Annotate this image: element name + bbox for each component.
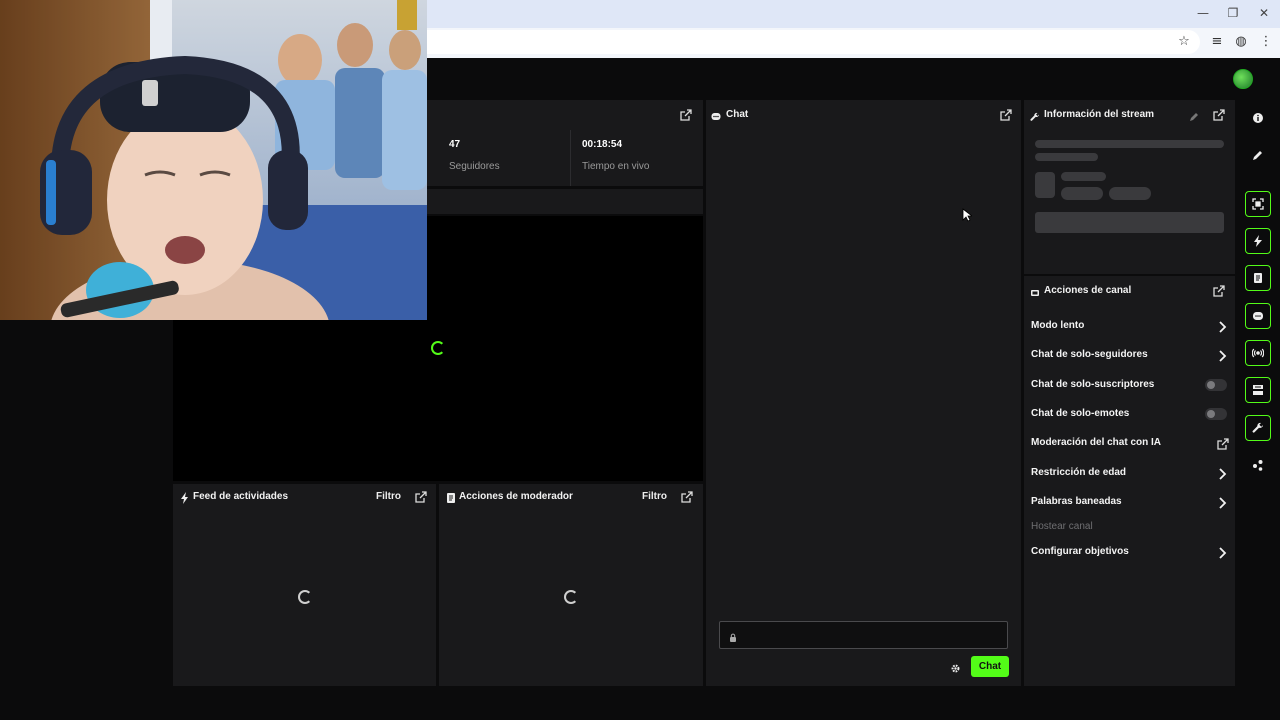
popout-icon[interactable]: [415, 490, 427, 503]
stream-stats-panel: 47 Seguidores 00:18:54 Tiempo en vivo: [427, 100, 703, 186]
loading-spinner: [298, 590, 312, 604]
lightning-icon[interactable]: [1245, 228, 1271, 254]
close-window-button[interactable]: ✕: [1249, 4, 1279, 22]
pencil-icon[interactable]: [1189, 109, 1199, 121]
channel-action-label: Moderación del chat con IA: [1031, 437, 1162, 448]
channel-action-row[interactable]: Palabras baneadas: [1031, 495, 1228, 509]
chevron-right-icon: [1217, 349, 1227, 362]
panel-title: Acciones de moderador: [459, 491, 573, 502]
broadcast-icon: [1030, 285, 1040, 296]
chat-bubble-icon: [711, 109, 721, 120]
layout-icon[interactable]: [1245, 377, 1271, 403]
toggle-knob: [1207, 410, 1215, 418]
player-toolbar: [427, 189, 703, 214]
skeleton-bar: [1035, 212, 1224, 233]
stat-label: Tiempo en vivo: [582, 161, 650, 172]
channel-action-row: Hostear canal: [1031, 520, 1228, 534]
filter-button[interactable]: Filtro: [376, 491, 401, 502]
channel-action-label: Chat de solo-emotes: [1031, 408, 1130, 419]
stat-live-time: 00:18:54 Tiempo en vivo: [572, 130, 702, 186]
toggle-knob: [1207, 381, 1215, 389]
lock-icon: [729, 630, 737, 642]
channel-action-label: Modo lento: [1031, 320, 1085, 331]
channel-action-label: Chat de solo-seguidores: [1031, 349, 1148, 360]
info-icon[interactable]: [1245, 105, 1271, 131]
loading-spinner: [431, 341, 445, 355]
webcam-overlay: [0, 0, 427, 320]
panel-title: Chat: [726, 109, 749, 120]
channel-action-row[interactable]: Restricción de edad: [1031, 466, 1228, 480]
stat-value: 00:18:54: [582, 139, 623, 150]
channel-action-label: Hostear canal: [1031, 521, 1093, 532]
wrench-icon: [1030, 109, 1040, 121]
channel-action-label: Chat de solo-suscriptores: [1031, 379, 1155, 390]
broadcast-icon[interactable]: [1245, 340, 1271, 366]
lightning-icon: [180, 491, 190, 504]
chevron-right-icon: [1217, 467, 1227, 480]
profile-icon[interactable]: ◍: [1231, 33, 1251, 51]
scan-icon[interactable]: [1245, 191, 1271, 217]
pencil-icon[interactable]: [1245, 142, 1271, 168]
document-icon: [446, 491, 456, 503]
panel-title: Información del stream: [1044, 109, 1155, 120]
stat-label: Seguidores: [449, 161, 500, 172]
channel-action-row[interactable]: Moderación del chat con IA: [1031, 436, 1229, 450]
chat-input[interactable]: [719, 621, 1008, 649]
chevron-right-icon: [1217, 496, 1227, 509]
toggle-switch[interactable]: [1205, 379, 1227, 391]
popout-icon[interactable]: [1000, 108, 1012, 121]
skeleton-line: [1035, 153, 1098, 161]
chevron-right-icon: [1217, 546, 1227, 559]
stat-value: 47: [449, 139, 461, 150]
document-icon[interactable]: [1245, 265, 1271, 291]
chat-bubble-icon[interactable]: [1245, 303, 1271, 329]
popout-icon[interactable]: [681, 490, 693, 503]
gear-icon[interactable]: [950, 661, 961, 673]
skeleton-pill: [1109, 187, 1151, 200]
chat-panel: Chat: [706, 100, 1021, 686]
mouse-cursor: [962, 208, 974, 222]
external-link-icon: [1217, 437, 1229, 450]
menu-icon[interactable]: ⋮: [1256, 33, 1276, 51]
toggle-switch[interactable]: [1205, 408, 1227, 420]
skeleton-line: [1035, 140, 1224, 148]
wrench-icon[interactable]: [1245, 415, 1271, 441]
popout-icon[interactable]: [1213, 284, 1225, 297]
channel-action-row[interactable]: Chat de solo-seguidores: [1031, 348, 1228, 362]
share-icon[interactable]: [1245, 452, 1271, 478]
loading-spinner: [564, 590, 578, 604]
channel-action-label: Configurar objetivos: [1031, 546, 1129, 557]
channel-action-row[interactable]: Chat de solo-suscriptores: [1031, 378, 1228, 392]
media-control-icon[interactable]: ≡: [1207, 33, 1227, 51]
send-chat-button[interactable]: Chat: [971, 656, 1009, 677]
activity-feed-panel: Feed de actividades Filtro: [173, 484, 436, 686]
popout-icon[interactable]: [1213, 108, 1225, 121]
channel-action-row[interactable]: Chat de solo-emotes: [1031, 407, 1228, 421]
channel-action-label: Restricción de edad: [1031, 467, 1127, 478]
avatar[interactable]: [1233, 69, 1253, 89]
restore-button[interactable]: ❐: [1218, 4, 1248, 22]
star-icon[interactable]: ☆: [1174, 33, 1194, 51]
minimize-button[interactable]: —: [1188, 4, 1218, 22]
panel-title: Acciones de canal: [1044, 285, 1132, 296]
stat-followers: 47 Seguidores: [438, 130, 571, 186]
panel-title: Feed de actividades: [193, 491, 289, 502]
mod-actions-panel: Acciones de moderador Filtro: [439, 484, 703, 686]
skeleton-line: [1061, 172, 1106, 181]
skeleton-thumb: [1035, 172, 1055, 198]
popout-icon[interactable]: [680, 108, 692, 121]
chevron-right-icon: [1217, 320, 1227, 333]
filter-button[interactable]: Filtro: [642, 491, 667, 502]
channel-action-row[interactable]: Configurar objetivos: [1031, 545, 1228, 559]
channel-action-row[interactable]: Modo lento: [1031, 319, 1228, 333]
channel-action-label: Palabras baneadas: [1031, 496, 1122, 507]
skeleton-pill: [1061, 187, 1103, 200]
channel-actions-panel: Acciones de canal: [1024, 276, 1235, 686]
stream-info-panel: Información del stream: [1024, 100, 1235, 274]
